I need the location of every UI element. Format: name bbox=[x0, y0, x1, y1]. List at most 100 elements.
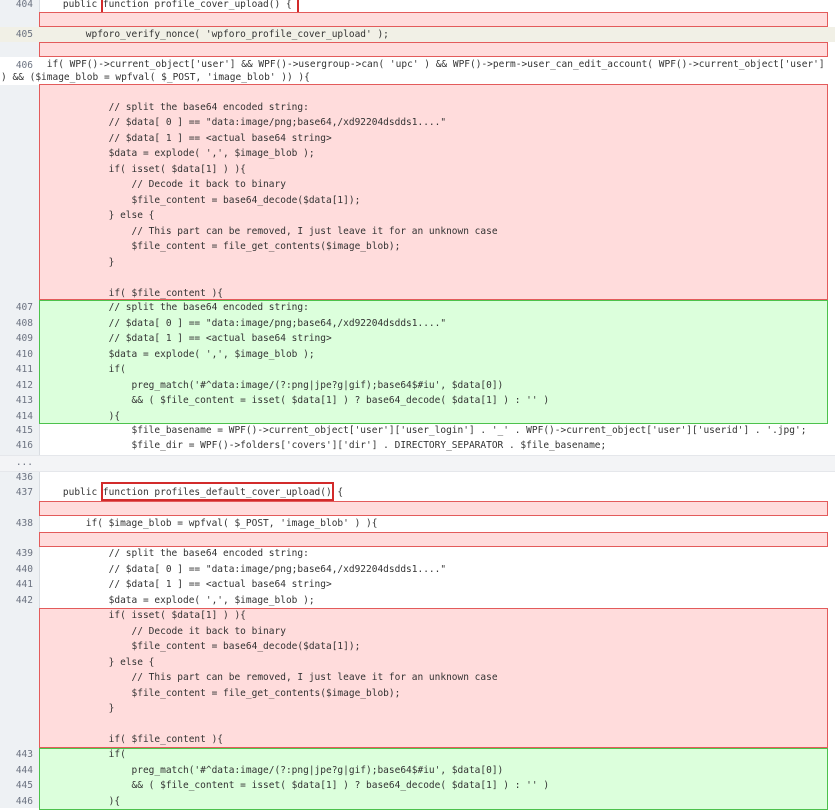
diff-line-416: 416 $file_dir = WPF()->folders['covers']… bbox=[0, 438, 835, 453]
code-text: $data = explode( ',', $image_blob ); bbox=[40, 594, 315, 606]
removed-line-block bbox=[39, 42, 828, 57]
code-text: // $data[ 0 ] == "data:image/png;base64,… bbox=[40, 317, 447, 329]
diff-line: // This part can be removed, I just leav… bbox=[0, 670, 835, 686]
diff-line: // split the base64 encoded string: bbox=[0, 100, 835, 116]
diff-line: } else { bbox=[0, 655, 835, 671]
code-text: if( isset( $data[1] ) ){ bbox=[40, 610, 246, 621]
code-text: $data = explode( ',', $image_blob ); bbox=[40, 148, 315, 159]
code-text: // $data[ 1 ] == <actual base64 string> bbox=[40, 333, 332, 344]
diff-line: $file_content = file_get_contents($image… bbox=[0, 686, 835, 702]
line-number: 409 bbox=[15, 333, 33, 344]
code-text: // Decode it back to binary bbox=[40, 625, 286, 637]
highlight-box bbox=[101, 482, 334, 501]
line-number: 446 bbox=[15, 795, 33, 807]
code-text: // split the base64 encoded string: bbox=[40, 548, 309, 559]
line-number: 438 bbox=[15, 518, 33, 529]
diff-line-438: 438 if( $image_blob = wpfval( $_POST, 'i… bbox=[0, 516, 835, 531]
code-text: // $data[ 1 ] == <actual base64 string> bbox=[40, 579, 332, 590]
line-number: 405 bbox=[15, 29, 33, 40]
line-number: 444 bbox=[15, 764, 33, 776]
diff-line: $file_content = base64_decode($data[1]); bbox=[0, 193, 835, 209]
code-text: } else { bbox=[40, 210, 155, 221]
diff-line: 408 // $data[ 0 ] == "data:image/png;bas… bbox=[0, 316, 835, 332]
line-number: 440 bbox=[15, 563, 33, 575]
code-text: if( bbox=[40, 364, 126, 375]
diff-line: } bbox=[0, 701, 835, 717]
code-text: $file_content = file_get_contents($image… bbox=[40, 241, 401, 252]
line-number: 439 bbox=[15, 548, 33, 559]
code-text: && ( $file_content = isset( $data[1] ) ?… bbox=[40, 395, 550, 406]
diff-line: $file_content = base64_decode($data[1]); bbox=[0, 639, 835, 655]
diff-line: if( $file_content ){ bbox=[0, 732, 835, 748]
code-text: $file_content = base64_decode($data[1]); bbox=[40, 641, 361, 652]
diff-line-405: 405 wpforo_verify_nonce( 'wpforo_profile… bbox=[0, 27, 835, 42]
diff-line: // $data[ 0 ] == "data:image/png;base64,… bbox=[0, 115, 835, 131]
code-text: preg_match('#^data:image/(?:png|jpe?g|gi… bbox=[40, 764, 504, 776]
diff-line: 441 // $data[ 1 ] == <actual base64 stri… bbox=[0, 577, 835, 593]
code-text: } else { bbox=[40, 656, 155, 668]
code-text: // Decode it back to binary bbox=[40, 179, 286, 190]
diff-line: 446 ){ bbox=[0, 794, 835, 810]
diff-line: 442 $data = explode( ',', $image_blob ); bbox=[0, 593, 835, 609]
code-text: } bbox=[40, 256, 115, 268]
diff-line: 439 // split the base64 encoded string: bbox=[0, 546, 835, 562]
line-number: 416 bbox=[15, 440, 33, 451]
code-text: ){ bbox=[40, 795, 121, 807]
diff-line: 413 && ( $file_content = isset( $data[1]… bbox=[0, 393, 835, 409]
diff-line: // $data[ 1 ] == <actual base64 string> bbox=[0, 131, 835, 147]
diff-line: 407 // split the base64 encoded string: bbox=[0, 300, 835, 316]
diff-line-415: 415 $file_basename = WPF()->current_obje… bbox=[0, 423, 835, 438]
line-number: 414 bbox=[15, 410, 33, 422]
diff-line: 409 // $data[ 1 ] == <actual base64 stri… bbox=[0, 331, 835, 347]
line-number: 408 bbox=[15, 317, 33, 329]
line-number: 441 bbox=[15, 579, 33, 590]
diff-line bbox=[0, 270, 835, 286]
line-number: 410 bbox=[15, 348, 33, 360]
code-text: // split the base64 encoded string: bbox=[40, 101, 309, 113]
code-text: $file_content = file_get_contents($image… bbox=[40, 687, 401, 699]
diff-line: // Decode it back to binary bbox=[0, 177, 835, 193]
code-text: $file_content = base64_decode($data[1]); bbox=[40, 194, 361, 206]
code-text: preg_match('#^data:image/(?:png|jpe?g|gi… bbox=[40, 379, 504, 391]
code-text: if( $file_content ){ bbox=[40, 287, 224, 299]
code-text: // $data[ 0 ] == "data:image/png;base64,… bbox=[40, 563, 447, 575]
diff-line: $file_content = file_get_contents($image… bbox=[0, 239, 835, 255]
line-number: 437 bbox=[15, 487, 33, 498]
diff-line bbox=[0, 717, 835, 733]
line-number: 436 bbox=[15, 472, 33, 483]
code-text: // This part can be removed, I just leav… bbox=[40, 672, 498, 683]
code-text: // This part can be removed, I just leav… bbox=[40, 225, 498, 237]
diff-line: 410 $data = explode( ',', $image_blob ); bbox=[0, 347, 835, 363]
code-text: $data = explode( ',', $image_blob ); bbox=[40, 348, 315, 360]
code-diff-view: 404 public function profile_cover_upload… bbox=[0, 0, 835, 810]
code-text: if( isset( $data[1] ) ){ bbox=[40, 163, 246, 175]
diff-line: $data = explode( ',', $image_blob ); bbox=[0, 146, 835, 162]
diff-line bbox=[0, 84, 835, 100]
diff-line: 411 if( bbox=[0, 362, 835, 378]
code-text: if( WPF()->current_object['user'] && WPF… bbox=[1, 59, 825, 83]
line-number: 415 bbox=[15, 425, 33, 436]
expand-label: ... bbox=[15, 457, 33, 468]
line-number: 442 bbox=[15, 594, 33, 606]
code-text: // $data[ 1 ] == <actual base64 string> bbox=[40, 132, 332, 144]
code-text: if( $file_content ){ bbox=[40, 734, 224, 745]
line-number: 445 bbox=[15, 780, 33, 791]
diff-line: // This part can be removed, I just leav… bbox=[0, 224, 835, 240]
code-text: && ( $file_content = isset( $data[1] ) ?… bbox=[40, 780, 550, 791]
diff-line: } else { bbox=[0, 208, 835, 224]
diff-line: if( $file_content ){ bbox=[0, 286, 835, 302]
line-number: 413 bbox=[15, 395, 33, 406]
code-text: if( bbox=[40, 749, 126, 760]
diff-line: 444 preg_match('#^data:image/(?:png|jpe?… bbox=[0, 763, 835, 779]
diff-line: 414 ){ bbox=[0, 409, 835, 425]
line-number: 404 bbox=[15, 0, 33, 10]
diff-line: 445 && ( $file_content = isset( $data[1]… bbox=[0, 778, 835, 794]
code-text: ){ bbox=[40, 410, 121, 422]
removed-line-block bbox=[39, 501, 828, 516]
diff-line: 412 preg_match('#^data:image/(?:png|jpe?… bbox=[0, 378, 835, 394]
diff-line: 440 // $data[ 0 ] == "data:image/png;bas… bbox=[0, 562, 835, 578]
diff-line: if( isset( $data[1] ) ){ bbox=[0, 608, 835, 624]
code-text: // split the base64 encoded string: bbox=[40, 302, 309, 313]
diff-line: if( isset( $data[1] ) ){ bbox=[0, 162, 835, 178]
diff-line: 443 if( bbox=[0, 747, 835, 763]
